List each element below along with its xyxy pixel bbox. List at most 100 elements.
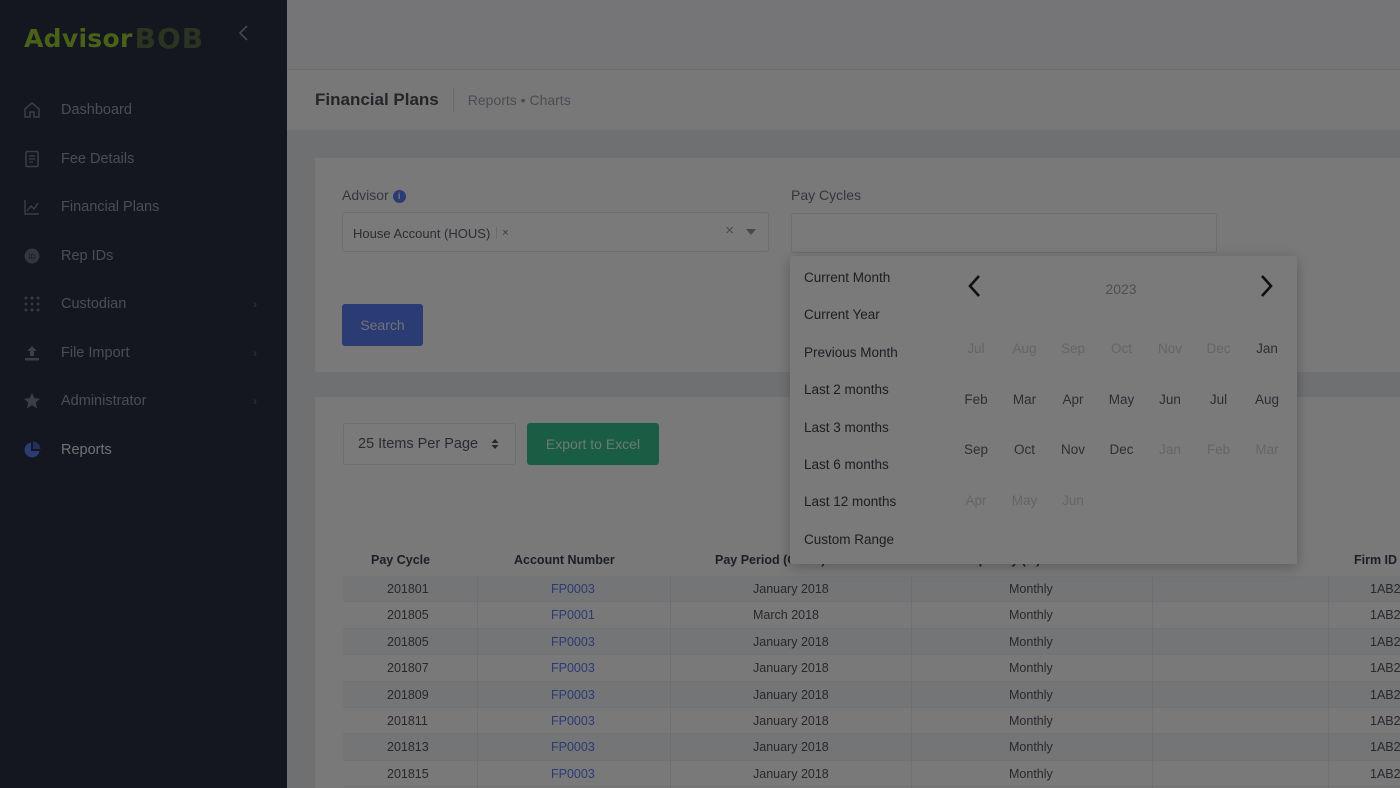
home-icon [22, 100, 42, 120]
month-cell[interactable]: Feb [956, 392, 996, 407]
advisor-chip-label: House Account (HOUS) [353, 225, 491, 241]
month-cell[interactable]: Jul [1199, 392, 1239, 407]
month-cell: Apr [965, 492, 987, 508]
month-cell[interactable]: Mar [1005, 392, 1045, 407]
export-to-excel-button[interactable]: Export to Excel [527, 423, 659, 465]
month-cell[interactable]: Sep [956, 442, 996, 457]
pay-cycles-input[interactable] [791, 213, 1217, 253]
account-number-link[interactable]: FP0003 [551, 688, 595, 702]
table-row[interactable]: 201813 FP0003 January 2018 Monthly 1AB2 [343, 734, 1400, 761]
search-button[interactable]: Search [342, 304, 423, 346]
sidebar-item-reports[interactable]: Reports [0, 426, 287, 475]
frequency-cell: Monthly [1009, 634, 1053, 649]
grid-dots-icon [22, 294, 42, 314]
firm-id-cell: 1AB2 [1370, 766, 1400, 781]
breadcrumb-divider [452, 88, 454, 112]
range-option-custom-range[interactable]: Custom Range [804, 532, 894, 547]
range-option-last-2-months[interactable]: Last 2 months [804, 382, 889, 397]
column-header[interactable]: Pay Cycle [371, 553, 430, 567]
month-cell: Jan [1159, 442, 1181, 457]
items-per-page-select[interactable]: 25 Items Per Page [343, 423, 516, 465]
range-option-previous-month[interactable]: Previous Month [804, 345, 898, 360]
month-cell[interactable]: Jun [1150, 392, 1190, 407]
column-header[interactable]: Firm ID [1354, 553, 1397, 567]
star-icon [22, 391, 42, 411]
range-option-current-year[interactable]: Current Year [804, 307, 880, 322]
month-cell: Dec [1206, 341, 1231, 356]
month-cell[interactable]: Oct [1005, 442, 1045, 457]
month-cell[interactable]: Dec [1102, 442, 1142, 457]
pay-cycle-cell: 201805 [387, 634, 429, 649]
info-icon[interactable]: i [392, 190, 406, 203]
account-number-link[interactable]: FP0003 [551, 635, 595, 649]
account-number-link[interactable]: FP0003 [551, 714, 595, 728]
svg-text:ID: ID [28, 253, 35, 261]
firm-id-cell: 1AB2 [1370, 661, 1400, 676]
chevron-right-icon: › [253, 394, 257, 409]
range-option-last-3-months[interactable]: Last 3 months [804, 420, 889, 435]
pay-period-cell: January 2018 [753, 740, 829, 755]
chevron-left-icon[interactable] [963, 272, 987, 300]
table-row[interactable]: 201805 FP0001 March 2018 Monthly 1AB2 [343, 602, 1400, 629]
sidebar-item-financial-plans[interactable]: Financial Plans [0, 183, 287, 232]
account-number-link[interactable]: FP0003 [551, 661, 595, 675]
pay-period-cell: January 2018 [753, 661, 829, 676]
upload-icon [22, 343, 42, 363]
pay-cycle-cell: 201801 [387, 582, 429, 596]
sidebar-item-fee-details[interactable]: Fee Details [0, 135, 287, 184]
frequency-cell: Monthly [1009, 687, 1053, 702]
table-row[interactable]: 201809 FP0003 January 2018 Monthly 1AB2 [343, 681, 1400, 708]
range-option-current-month[interactable]: Current Month [804, 270, 890, 285]
pay-period-cell: January 2018 [753, 766, 829, 781]
clear-icon[interactable]: × [725, 222, 734, 239]
month-cell[interactable]: Aug [1247, 392, 1287, 407]
sidebar-nav: Dashboard Fee Details Financial Plans ID Rep… [0, 86, 287, 474]
sidebar-item-rep-ids[interactable]: ID Rep IDs [0, 232, 287, 281]
month-cell[interactable]: May [1102, 392, 1142, 407]
pay-cycle-cell: 201805 [387, 608, 429, 623]
account-number-link[interactable]: FP0003 [551, 740, 595, 754]
range-presets: Current Month Current Year Previous Month L… [790, 256, 940, 564]
advisor-select[interactable]: House Account (HOUS) × × [342, 212, 769, 252]
logo[interactable]: Advisor BOB [24, 20, 204, 56]
range-option-last-6-months[interactable]: Last 6 months [804, 457, 889, 472]
frequency-cell: Monthly [1009, 740, 1053, 755]
month-cell: Aug [1012, 341, 1037, 356]
account-number-link[interactable]: FP0003 [551, 767, 595, 781]
frequency-cell: Monthly [1009, 582, 1053, 596]
advisor-label-text: Advisor [342, 187, 389, 203]
table-row[interactable]: 201805 FP0003 January 2018 Monthly 1AB2 [343, 628, 1400, 656]
sort-updown-icon [491, 424, 499, 481]
month-cell: Feb [1206, 442, 1231, 457]
collapse-sidebar-icon[interactable] [236, 24, 254, 44]
sidebar-item-administrator[interactable]: Administrator › [0, 377, 287, 426]
pay-period-cell: March 2018 [753, 608, 820, 623]
sidebar-item-custodian[interactable]: Custodian › [0, 280, 287, 329]
remove-chip-icon[interactable]: × [496, 227, 509, 239]
chevron-right-icon: › [253, 345, 257, 360]
table-row[interactable]: 201801 FP0003 January 2018 Monthly 1AB2 [343, 576, 1400, 603]
account-number-link[interactable]: FP0003 [551, 582, 595, 596]
pay-period-cell: January 2018 [753, 713, 829, 728]
pay-cycle-cell: 201815 [387, 766, 429, 781]
month-cell: Nov [1157, 341, 1182, 356]
sidebar-item-label: Financial Plans [61, 199, 160, 216]
sidebar-item-dashboard[interactable]: Dashboard [0, 86, 287, 135]
table-row[interactable]: 201811 FP0003 January 2018 Monthly 1AB2 [343, 708, 1400, 735]
chevron-right-icon[interactable] [1254, 272, 1278, 300]
month-cell[interactable]: Apr [1053, 392, 1093, 407]
top-header [287, 0, 1400, 70]
sidebar-item-file-import[interactable]: File Import › [0, 329, 287, 378]
month-cell[interactable]: Jan [1247, 341, 1287, 356]
breadcrumb[interactable]: Reports • Charts [468, 92, 571, 108]
column-divider [911, 576, 912, 788]
month-cell[interactable]: Nov [1053, 442, 1093, 457]
range-option-last-12-months[interactable]: Last 12 months [804, 494, 896, 509]
account-number-link[interactable]: FP0001 [551, 608, 595, 622]
dropdown-arrow-icon[interactable] [746, 229, 756, 235]
column-divider [477, 576, 478, 788]
column-header[interactable]: Account Number [514, 553, 615, 567]
frequency-cell: Monthly [1009, 608, 1053, 623]
table-row[interactable]: 201815 FP0003 January 2018 Monthly 1AB2 [343, 761, 1400, 788]
table-row[interactable]: 201807 FP0003 January 2018 Monthly 1AB2 [343, 655, 1400, 682]
